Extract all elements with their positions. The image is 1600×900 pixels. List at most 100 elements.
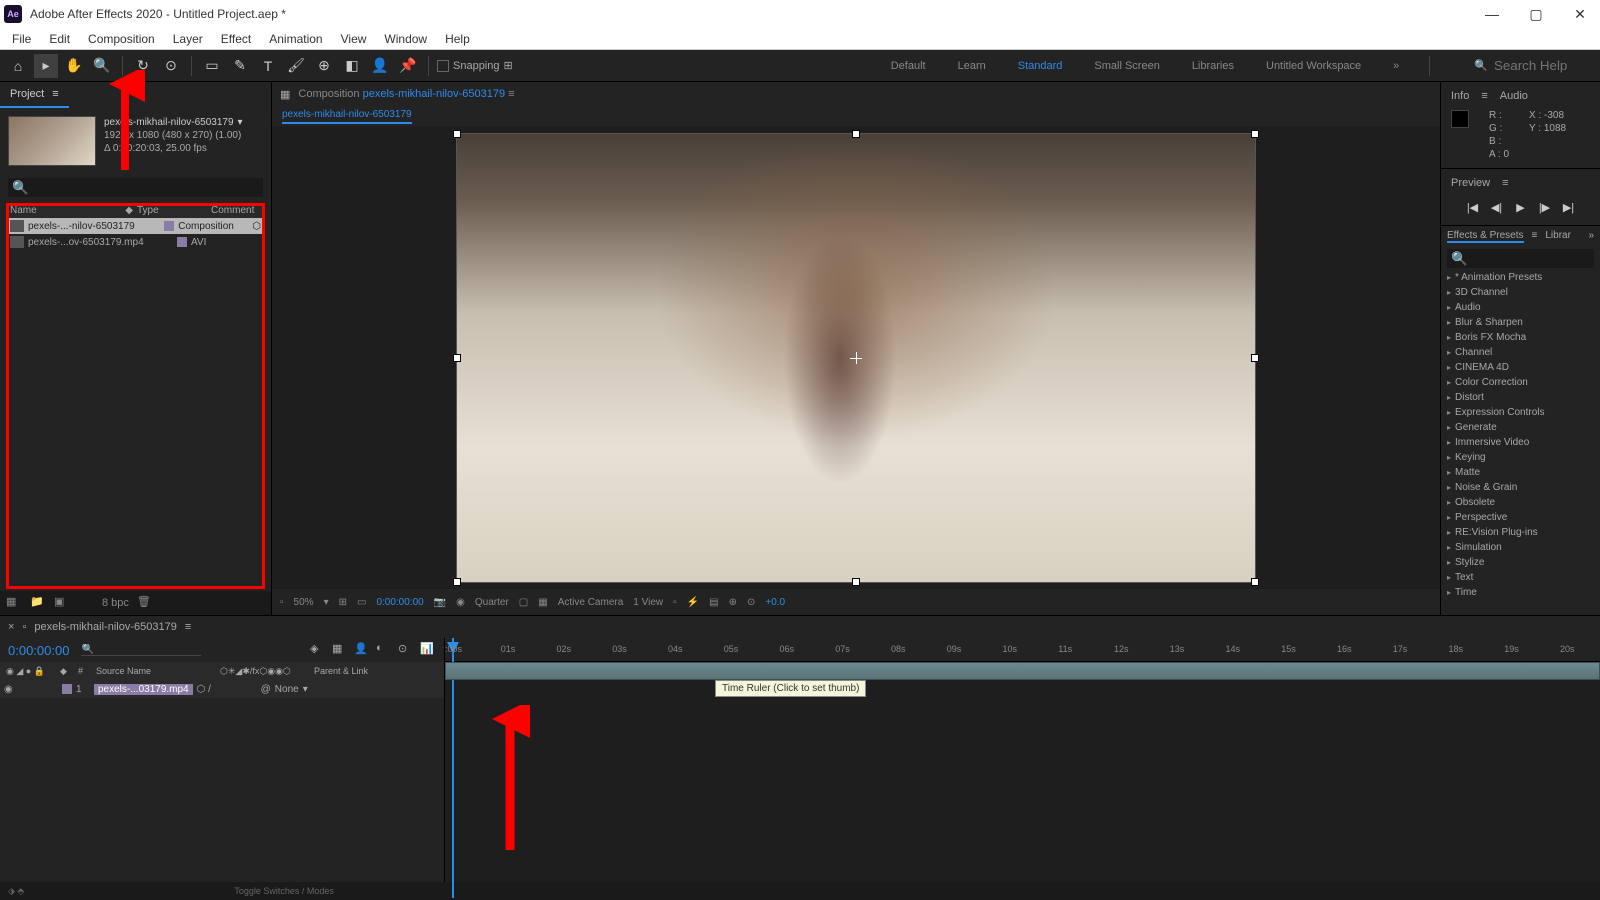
text-tool[interactable]: T	[256, 54, 280, 78]
pickwhip-icon[interactable]: @	[261, 684, 271, 695]
handle-top-left[interactable]	[453, 130, 461, 138]
brush-tool[interactable]: 🖌	[284, 54, 308, 78]
help-search[interactable]: 🔍	[1474, 58, 1594, 73]
effect-category[interactable]: Matte	[1443, 465, 1598, 480]
project-tab[interactable]: Project ≡	[0, 82, 69, 108]
rect-tool[interactable]: ▭	[200, 54, 224, 78]
workspace-smallscreen[interactable]: Small Screen	[1088, 56, 1165, 76]
handle-top-right[interactable]	[1251, 130, 1259, 138]
comp-breadcrumb[interactable]: pexels-mikhail-nilov-6503179	[282, 109, 412, 124]
prev-frame-button[interactable]: ◀|	[1489, 199, 1505, 215]
delete-button[interactable]: 🗑	[137, 595, 153, 611]
help-search-input[interactable]	[1494, 58, 1594, 73]
interpret-footage-button[interactable]: ▦	[6, 595, 22, 611]
layer-label[interactable]	[62, 684, 72, 694]
handle-top-mid[interactable]	[852, 130, 860, 138]
effect-category[interactable]: Channel	[1443, 345, 1598, 360]
effect-category[interactable]: Simulation	[1443, 540, 1598, 555]
puppet-tool[interactable]: 📌	[396, 54, 420, 78]
next-frame-button[interactable]: |▶	[1537, 199, 1553, 215]
graph-editor-button[interactable]: 📊	[420, 642, 436, 658]
menu-layer[interactable]: Layer	[165, 30, 211, 48]
effect-category[interactable]: RE:Vision Plug-ins	[1443, 525, 1598, 540]
comp-mini-flowchart[interactable]: ◈	[310, 642, 326, 658]
effect-category[interactable]: Immersive Video	[1443, 435, 1598, 450]
minimize-button[interactable]: —	[1476, 4, 1508, 24]
comp-tab[interactable]: Composition pexels-mikhail-nilov-6503179…	[298, 88, 514, 100]
hand-tool[interactable]: ✋	[62, 54, 86, 78]
timeline-tracks-area[interactable]: :00s01s02s03s04s05s06s07s08s09s10s11s12s…	[445, 638, 1600, 882]
resolution-button[interactable]: ▾	[324, 597, 329, 608]
menu-effect[interactable]: Effect	[213, 30, 259, 48]
project-item-comp[interactable]: pexels-...-nilov-6503179 Composition ⬡	[6, 218, 265, 234]
frame-blend-button[interactable]: ◐	[376, 642, 392, 658]
first-frame-button[interactable]: |◀	[1465, 199, 1481, 215]
menu-help[interactable]: Help	[437, 30, 478, 48]
timeline-lock-icon[interactable]: ▫	[22, 621, 26, 633]
parent-dropdown-arrow[interactable]: ▾	[303, 684, 308, 695]
zoom-tool[interactable]: 🔍	[90, 54, 114, 78]
roi-button[interactable]: ▢	[519, 597, 528, 608]
time-ruler[interactable]: :00s01s02s03s04s05s06s07s08s09s10s11s12s…	[445, 638, 1600, 662]
panel-menu-icon[interactable]: ≡	[52, 88, 58, 100]
current-time-display[interactable]: 0:00:00:00	[8, 643, 69, 658]
project-items-list[interactable]: Name ◆ Type Comment pexels-...-nilov-650…	[6, 203, 265, 589]
handle-mid-left[interactable]	[453, 354, 461, 362]
label-swatch[interactable]	[177, 237, 187, 247]
workspace-standard[interactable]: Standard	[1012, 56, 1069, 76]
orbit-tool[interactable]: ↻	[131, 54, 155, 78]
effect-category[interactable]: Perspective	[1443, 510, 1598, 525]
exposure-reset[interactable]: ⊙	[747, 597, 755, 608]
effects-presets-tab[interactable]: Effects & Presets	[1447, 230, 1524, 243]
info-tab[interactable]: Info	[1451, 90, 1469, 102]
snapping-toggle[interactable]: Snapping ⊞	[437, 59, 513, 72]
effect-category[interactable]: Expression Controls	[1443, 405, 1598, 420]
effect-category[interactable]: Color Correction	[1443, 375, 1598, 390]
handle-bot-right[interactable]	[1251, 578, 1259, 586]
handle-bot-mid[interactable]	[852, 578, 860, 586]
effects-search[interactable]	[1447, 249, 1594, 268]
bpc-label[interactable]: 8 bpc	[102, 597, 129, 609]
preview-menu-icon[interactable]: ≡	[1502, 177, 1508, 189]
canvas[interactable]	[456, 133, 1256, 583]
clone-tool[interactable]: ⊕	[312, 54, 336, 78]
new-comp-button[interactable]: ▣	[54, 595, 70, 611]
menu-file[interactable]: File	[4, 30, 39, 48]
overflow-icon[interactable]: »	[1588, 230, 1594, 243]
timeline-search[interactable]	[81, 644, 201, 656]
workspace-default[interactable]: Default	[885, 56, 932, 76]
effect-category[interactable]: 3D Channel	[1443, 285, 1598, 300]
layer-track-bar[interactable]	[445, 662, 1600, 680]
effect-category[interactable]: Text	[1443, 570, 1598, 585]
selection-tool[interactable]: ▸	[34, 54, 58, 78]
zoom-dropdown[interactable]: 50%	[294, 597, 314, 608]
layer-name[interactable]: pexels-...03179.mp4	[94, 684, 193, 695]
shy-button[interactable]: 👤	[354, 642, 370, 658]
last-frame-button[interactable]: ▶|	[1561, 199, 1577, 215]
effect-category[interactable]: * Animation Presets	[1443, 270, 1598, 285]
effects-categories-list[interactable]: * Animation Presets3D ChannelAudioBlur &…	[1441, 270, 1600, 615]
camera-dropdown[interactable]: Active Camera	[558, 597, 624, 608]
handle-mid-right[interactable]	[1251, 354, 1259, 362]
view-dropdown[interactable]: 1 View	[633, 597, 663, 608]
workspace-untitled[interactable]: Untitled Workspace	[1260, 56, 1367, 76]
timeline-tab[interactable]: pexels-mikhail-nilov-6503179	[34, 621, 176, 633]
timeline-layer-row[interactable]: ◉ 1 pexels-...03179.mp4 ⬡ / @ None ▾	[0, 680, 444, 698]
timeline-close-icon[interactable]: ×	[8, 621, 14, 633]
effect-category[interactable]: CINEMA 4D	[1443, 360, 1598, 375]
layer-switches[interactable]: ⬡ /	[197, 684, 257, 695]
anchor-point[interactable]	[850, 352, 862, 364]
col-name[interactable]: Name	[10, 205, 121, 216]
color-depth-button[interactable]	[78, 595, 94, 611]
effect-category[interactable]: Keying	[1443, 450, 1598, 465]
effect-category[interactable]: Stylize	[1443, 555, 1598, 570]
parent-header[interactable]: Parent & Link	[312, 666, 370, 676]
home-tool[interactable]: ⌂	[6, 54, 30, 78]
composition-viewer[interactable]	[272, 126, 1440, 589]
effect-category[interactable]: Time	[1443, 585, 1598, 600]
rotation-tool[interactable]: ⊙	[159, 54, 183, 78]
effect-category[interactable]: Boris FX Mocha	[1443, 330, 1598, 345]
effect-category[interactable]: Audio	[1443, 300, 1598, 315]
pixel-aspect-button[interactable]: ▫	[673, 597, 677, 608]
source-name-header[interactable]: Source Name	[94, 666, 214, 676]
